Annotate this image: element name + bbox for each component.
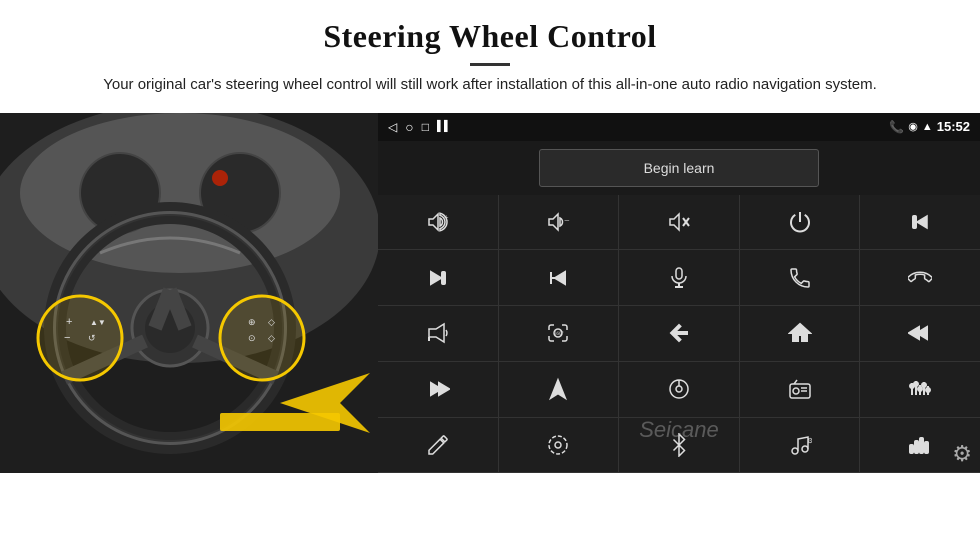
prev-track-button[interactable] xyxy=(860,195,980,250)
nav-back-btn[interactable]: ◁ xyxy=(388,120,397,134)
steering-wheel-svg: + ▲▼ − ↺ ⊕ ◇ ⊙ ◇ xyxy=(0,113,378,473)
svg-text:⊕: ⊕ xyxy=(248,317,256,327)
android-screen: ◁ ○ □ ▌▌ 📞 ◉ ▲ 15:52 Begin learn xyxy=(378,113,980,473)
camera360-button[interactable]: 360° xyxy=(499,306,619,361)
svg-text:◇: ◇ xyxy=(268,333,275,343)
location-icon: ◉ xyxy=(908,120,918,133)
begin-learn-row: Begin learn xyxy=(378,141,980,195)
mic-button[interactable] xyxy=(619,250,739,305)
subtitle-text: Your original car's steering wheel contr… xyxy=(100,74,880,97)
clock: 15:52 xyxy=(937,119,970,134)
equalizer-button[interactable] xyxy=(860,362,980,417)
call-button[interactable] xyxy=(740,250,860,305)
nav-home-btn[interactable]: ○ xyxy=(405,119,413,135)
svg-text:−: − xyxy=(64,332,70,344)
left-panel: + ▲▼ − ↺ ⊕ ◇ ⊙ ◇ xyxy=(0,113,378,473)
icon-grid: + − xyxy=(378,195,980,473)
power-button[interactable] xyxy=(740,195,860,250)
skip-back-x-button[interactable] xyxy=(499,250,619,305)
vol-up-button[interactable]: + xyxy=(378,195,498,250)
status-left: ◁ ○ □ ▌▌ xyxy=(388,119,451,135)
radio-button[interactable] xyxy=(740,362,860,417)
status-right: 📞 ◉ ▲ 15:52 xyxy=(889,119,970,134)
page-title: Steering Wheel Control xyxy=(40,18,940,55)
eject-button[interactable] xyxy=(619,362,739,417)
music-button[interactable]: ⚙ xyxy=(740,418,860,473)
wifi-icon: ▲ xyxy=(922,121,933,133)
content-row: + ▲▼ − ↺ ⊕ ◇ ⊙ ◇ xyxy=(0,113,980,473)
skip-forward-button[interactable] xyxy=(378,250,498,305)
svg-text:◇: ◇ xyxy=(268,317,275,327)
settings2-button[interactable] xyxy=(499,418,619,473)
begin-learn-button[interactable]: Begin learn xyxy=(539,149,819,187)
horn-button[interactable] xyxy=(378,306,498,361)
next-track2-button[interactable] xyxy=(378,362,498,417)
header-section: Steering Wheel Control Your original car… xyxy=(0,0,980,107)
svg-text:360°: 360° xyxy=(554,332,564,337)
hangup-button[interactable] xyxy=(860,250,980,305)
status-bar: ◁ ○ □ ▌▌ 📞 ◉ ▲ 15:52 xyxy=(378,113,980,141)
title-divider xyxy=(470,63,510,66)
svg-text:⚙: ⚙ xyxy=(807,437,812,445)
settings-gear-button[interactable]: ⚙ xyxy=(952,441,972,467)
svg-text:⊙: ⊙ xyxy=(248,333,256,343)
right-panel-wrapper: ◁ ○ □ ▌▌ 📞 ◉ ▲ 15:52 Begin learn xyxy=(378,113,980,473)
steering-wheel-bg: + ▲▼ − ↺ ⊕ ◇ ⊙ ◇ xyxy=(0,113,378,473)
prev-chapter-button[interactable] xyxy=(860,306,980,361)
nav-button[interactable] xyxy=(499,362,619,417)
svg-text:+: + xyxy=(66,316,72,328)
storage-icon: ▌▌ xyxy=(437,121,451,132)
nav-recent-btn[interactable]: □ xyxy=(422,120,429,134)
svg-text:+: + xyxy=(444,213,449,222)
svg-text:−: − xyxy=(564,216,570,227)
mute-button[interactable] xyxy=(619,195,739,250)
bluetooth-button[interactable] xyxy=(619,418,739,473)
svg-text:▲▼: ▲▼ xyxy=(90,318,106,327)
pen-button[interactable] xyxy=(378,418,498,473)
page: Steering Wheel Control Your original car… xyxy=(0,0,980,548)
back-button[interactable] xyxy=(619,306,739,361)
home-button[interactable] xyxy=(740,306,860,361)
phone-icon: 📞 xyxy=(889,120,904,134)
vol-down-button[interactable]: − xyxy=(499,195,619,250)
svg-text:↺: ↺ xyxy=(88,333,96,343)
